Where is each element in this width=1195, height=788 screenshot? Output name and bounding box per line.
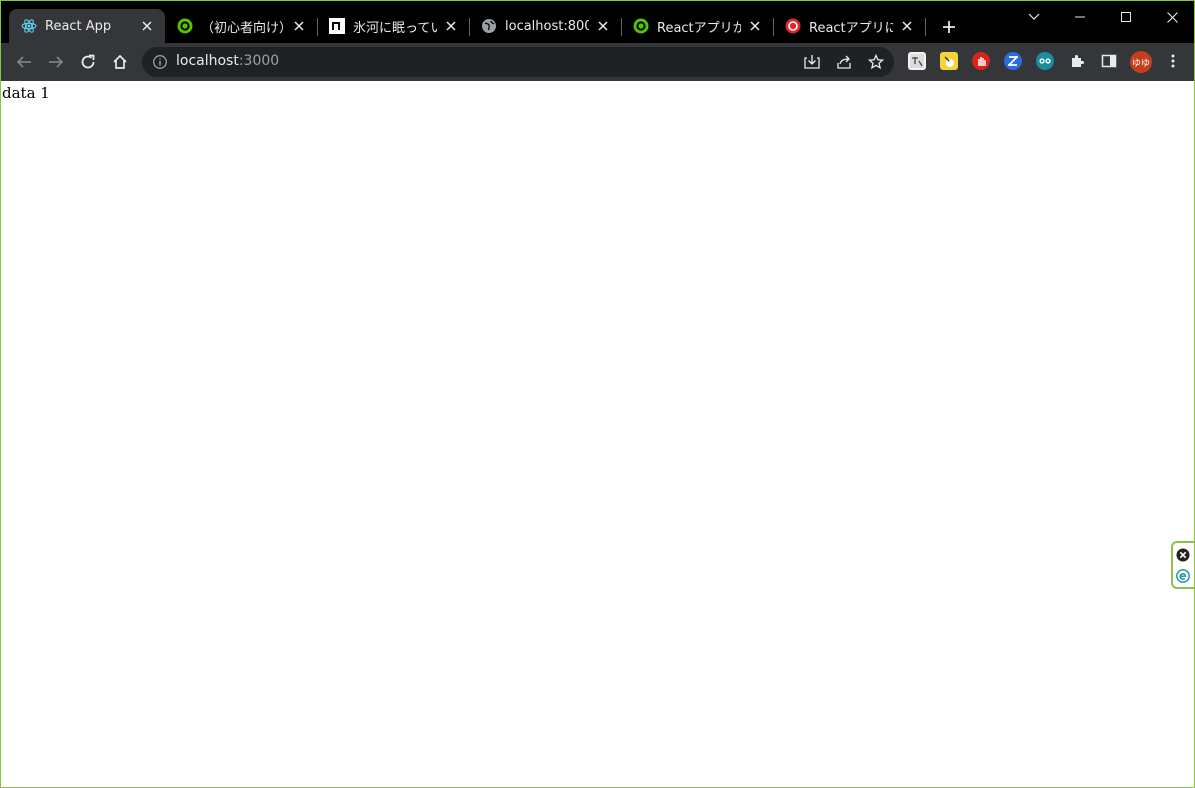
star-icon xyxy=(868,54,884,70)
tab-localhost-8000[interactable]: localhost:8000 xyxy=(469,9,621,43)
close-icon[interactable] xyxy=(291,18,307,34)
eye-extension-icon[interactable] xyxy=(1036,52,1054,70)
avatar-initials: ゆゆ xyxy=(1131,58,1150,69)
note-icon xyxy=(329,18,345,34)
url-host: localhost xyxy=(176,53,239,69)
react-icon xyxy=(21,18,37,34)
home-icon xyxy=(113,54,127,69)
arrow-left-icon xyxy=(16,56,31,68)
reload-button[interactable] xyxy=(74,48,102,76)
profile-avatar[interactable]: ゆゆ xyxy=(1130,51,1152,73)
close-icon[interactable] xyxy=(899,18,915,34)
side-panel-icon[interactable] xyxy=(1100,52,1118,70)
qiita-icon xyxy=(633,18,649,34)
window-close-button[interactable] xyxy=(1149,1,1194,33)
tab-title: localhost:8000 xyxy=(505,18,589,34)
maximize-button[interactable] xyxy=(1103,1,1149,33)
info-icon xyxy=(153,55,167,69)
address-bar[interactable]: localhost:3000 xyxy=(142,47,894,77)
url-text: localhost:3000 xyxy=(176,53,279,69)
new-tab-button[interactable] xyxy=(937,15,961,39)
kebab-menu-icon xyxy=(1171,54,1175,68)
red-icon xyxy=(785,18,801,34)
tab-search-button[interactable] xyxy=(1011,1,1057,33)
tab-title: 氷河に眠っている xyxy=(353,20,437,36)
tab-separator xyxy=(925,18,926,36)
tab-react-app[interactable]: React App xyxy=(9,9,165,43)
close-circle-icon[interactable] xyxy=(1176,548,1190,562)
tab-title: Reactアプリから D xyxy=(657,20,741,36)
plus-icon xyxy=(943,21,955,33)
share-button[interactable] xyxy=(834,52,854,72)
ja-extension-icon[interactable] xyxy=(940,52,958,70)
install-icon xyxy=(804,55,820,69)
globe-icon xyxy=(481,18,497,34)
close-icon xyxy=(1166,11,1178,23)
browser-window: React App （初心者向け）D 氷河に眠っている xyxy=(0,0,1195,788)
menu-button[interactable] xyxy=(1164,52,1182,70)
page-text: data 1 xyxy=(2,84,50,102)
tab-note[interactable]: 氷河に眠っている xyxy=(317,9,469,43)
close-icon[interactable] xyxy=(747,18,763,34)
install-app-button[interactable] xyxy=(802,52,822,72)
z-extension-icon[interactable] xyxy=(1004,52,1022,70)
e-logo-icon[interactable] xyxy=(1176,569,1190,583)
tab-title: React App xyxy=(45,18,112,34)
tab-qiita-2[interactable]: Reactアプリから D xyxy=(621,9,773,43)
tab-strip: React App （初心者向け）D 氷河に眠っている xyxy=(1,1,1194,43)
forward-button[interactable] xyxy=(42,48,70,76)
url-port: :3000 xyxy=(238,53,280,69)
close-icon[interactable] xyxy=(443,18,459,34)
home-button[interactable] xyxy=(106,48,134,76)
share-icon xyxy=(837,55,851,69)
close-icon[interactable] xyxy=(139,18,155,34)
arrow-right-icon xyxy=(49,56,64,68)
tab-title: ReactアプリにNoc xyxy=(809,20,893,36)
back-button[interactable] xyxy=(10,48,38,76)
puzzle-icon[interactable] xyxy=(1068,52,1086,70)
maximize-icon xyxy=(1121,12,1131,22)
minimize-button[interactable] xyxy=(1057,1,1103,33)
chevron-down-icon xyxy=(1028,13,1040,20)
tab-react-node[interactable]: ReactアプリにNoc xyxy=(773,9,925,43)
bookmark-button[interactable] xyxy=(866,52,886,72)
tab-qiita-1[interactable]: （初心者向け）D xyxy=(165,9,317,43)
tab-title: （初心者向け）D xyxy=(201,20,285,36)
page-viewport: data 1 xyxy=(1,81,1194,787)
hand-extension-icon[interactable] xyxy=(972,52,990,70)
extension-side-widget xyxy=(1171,541,1194,589)
browser-toolbar: localhost:3000 ゆゆ xyxy=(1,43,1194,81)
translate-extension-icon[interactable] xyxy=(908,52,926,70)
reload-icon xyxy=(81,54,95,69)
minimize-icon xyxy=(1075,16,1085,18)
close-icon[interactable] xyxy=(595,18,611,34)
qiita-icon xyxy=(177,18,193,34)
